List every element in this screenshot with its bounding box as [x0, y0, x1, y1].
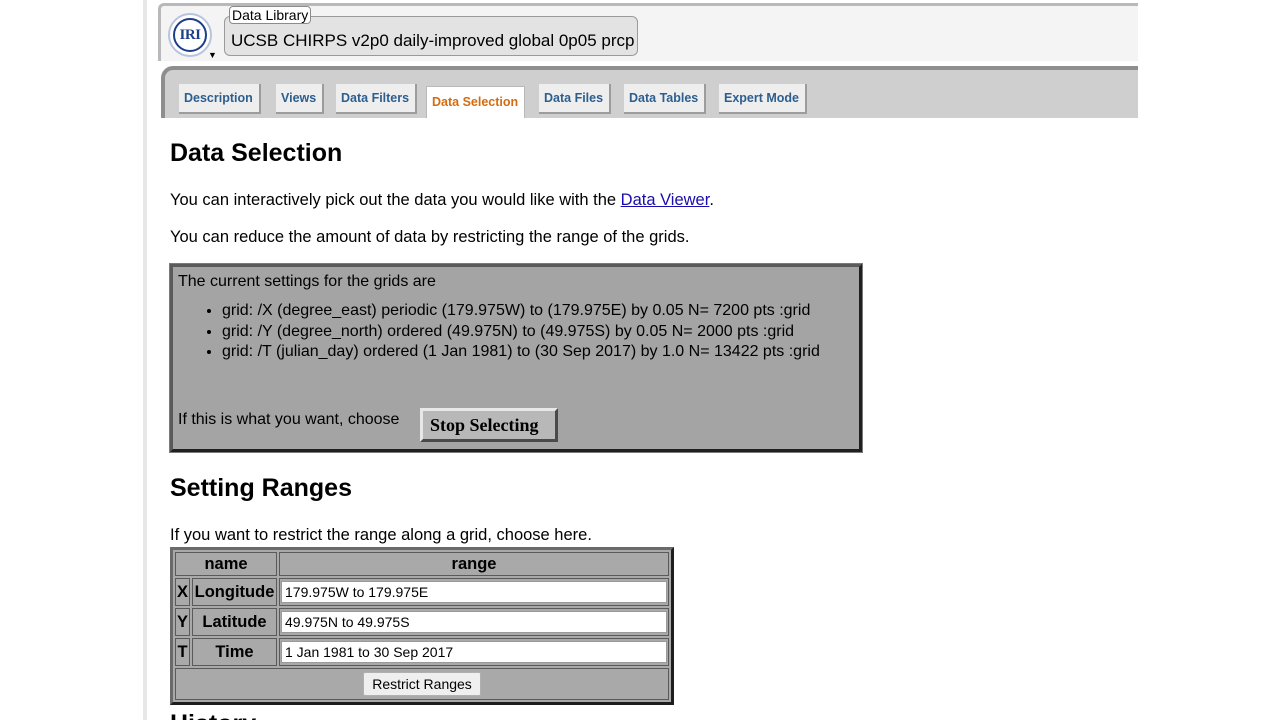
tab-bar: Description Views Data Filters Data Sele…: [161, 66, 1138, 118]
table-row: T Time: [175, 638, 669, 666]
ranges-header-row: name range: [175, 552, 669, 576]
setting-ranges-heading: Setting Ranges: [170, 474, 352, 502]
data-library-label[interactable]: Data Library: [229, 6, 312, 24]
restrict-ranges-button[interactable]: Restrict Ranges: [363, 672, 481, 696]
history-heading: History: [170, 710, 256, 720]
latitude-range-input[interactable]: [281, 611, 667, 633]
choose-text: If this is what you want, choose: [178, 411, 400, 428]
tab-data-tables[interactable]: Data Tables: [624, 84, 707, 114]
tab-views[interactable]: Views: [276, 84, 325, 114]
tab-description[interactable]: Description: [179, 84, 261, 114]
iri-logo[interactable]: IRI: [168, 13, 212, 57]
dropdown-caret-icon[interactable]: ▼: [208, 50, 217, 60]
grid-item-t: grid: /T (julian_day) ordered (1 Jan 198…: [222, 342, 852, 363]
tab-data-files[interactable]: Data Files: [539, 84, 612, 114]
page-title: Data Selection: [170, 139, 343, 167]
header-bar: IRI ▼ UCSB CHIRPS v2p0 daily-improved gl…: [158, 3, 1138, 61]
tab-expert-mode[interactable]: Expert Mode: [719, 84, 808, 114]
longitude-range-input[interactable]: [281, 581, 667, 603]
grid-list: grid: /X (degree_east) periodic (179.975…: [173, 301, 852, 363]
grid-item-x: grid: /X (degree_east) periodic (179.975…: [222, 301, 852, 322]
tab-data-filters[interactable]: Data Filters: [336, 84, 418, 114]
range-cell: [279, 608, 669, 636]
axis-letter: X: [175, 578, 191, 606]
axis-name: Latitude: [192, 608, 277, 636]
button-cell: Restrict Ranges: [175, 668, 669, 700]
axis-letter: Y: [175, 608, 191, 636]
range-cell: [279, 638, 669, 666]
table-row: X Longitude: [175, 578, 669, 606]
time-range-input[interactable]: [281, 641, 667, 663]
grid-item-y: grid: /Y (degree_north) ordered (49.975N…: [222, 322, 852, 343]
iri-logo-text: IRI: [173, 18, 207, 52]
range-cell: [279, 578, 669, 606]
data-viewer-link[interactable]: Data Viewer: [621, 191, 710, 209]
column-header-range: range: [279, 552, 669, 576]
viewer-paragraph: You can interactively pick out the data …: [170, 191, 714, 210]
stop-selecting-button[interactable]: Stop Selecting: [420, 408, 558, 442]
viewer-text-end: .: [709, 191, 714, 209]
axis-name: Time: [192, 638, 277, 666]
grid-settings-box: The current settings for the grids are g…: [169, 263, 863, 453]
table-row: Y Latitude: [175, 608, 669, 636]
viewer-text: You can interactively pick out the data …: [170, 191, 621, 209]
ranges-table: name range X Longitude Y Latitude T Time…: [170, 547, 674, 705]
axis-letter: T: [175, 638, 191, 666]
button-row: Restrict Ranges: [175, 668, 669, 700]
dataset-title: UCSB CHIRPS v2p0 daily-improved global 0…: [231, 31, 635, 50]
axis-name: Longitude: [192, 578, 277, 606]
left-border: [143, 0, 147, 720]
ranges-instruction: If you want to restrict the range along …: [170, 526, 592, 544]
column-header-name: name: [175, 552, 277, 576]
grid-settings-intro: The current settings for the grids are: [178, 273, 436, 290]
reduce-paragraph: You can reduce the amount of data by res…: [170, 228, 690, 246]
tab-data-selection[interactable]: Data Selection: [426, 86, 526, 118]
page: IRI ▼ UCSB CHIRPS v2p0 daily-improved gl…: [158, 0, 1138, 720]
